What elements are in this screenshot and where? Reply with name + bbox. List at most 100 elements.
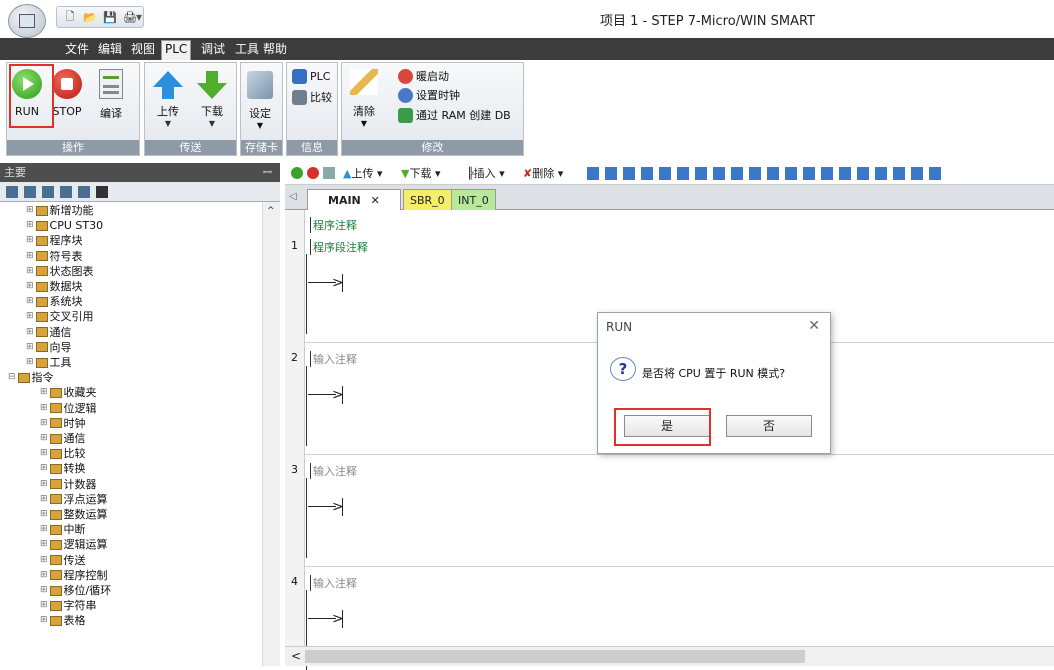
new-file-icon[interactable]: 🗋: [61, 9, 79, 25]
stop-small-icon[interactable]: [307, 167, 319, 179]
expand-icon[interactable]: ⊞: [40, 584, 48, 597]
expand-icon[interactable]: ⊞: [40, 569, 48, 582]
scroll-left-icon[interactable]: <: [291, 649, 301, 663]
stop-button[interactable]: STOP: [52, 69, 82, 118]
setup-button[interactable]: 设定 ▼: [247, 71, 273, 130]
expand-icon[interactable]: ⊞: [26, 356, 34, 369]
rung-end-icon[interactable]: >: [308, 274, 348, 292]
tree-item[interactable]: ⊞ 计数器: [40, 478, 97, 491]
tree-view-icon[interactable]: [6, 186, 18, 198]
tree-item[interactable]: ⊞ 新增功能: [26, 204, 94, 217]
tree-item[interactable]: ⊞ CPU ST30: [26, 219, 103, 232]
tree-item[interactable]: ⊟ 指令: [8, 371, 54, 384]
dialog-close-button[interactable]: ✕: [808, 318, 820, 334]
expand-icon[interactable]: ⊞: [40, 599, 48, 612]
tree-item[interactable]: ⊞ 逻辑运算: [40, 538, 108, 551]
scroll-up-icon[interactable]: ^: [267, 206, 275, 216]
expand-icon[interactable]: ⊞: [40, 538, 48, 551]
expand-icon[interactable]: ⊞: [26, 204, 34, 217]
toolbar-delete-button[interactable]: ✘删除 ▾: [523, 165, 563, 181]
toolbar-upload-button[interactable]: ▲上传 ▾: [343, 165, 383, 181]
run-small-icon[interactable]: [291, 167, 303, 179]
block-icon[interactable]: [42, 186, 54, 198]
upload-button[interactable]: 上传 ▼: [153, 71, 183, 128]
tab-scroll-left-icon[interactable]: ◁: [289, 191, 297, 202]
expand-icon[interactable]: ⊞: [26, 265, 34, 278]
tree-scrollbar[interactable]: ^: [262, 202, 280, 666]
expand-icon[interactable]: ⊞: [26, 280, 34, 293]
network-comment[interactable]: 输入注释: [310, 575, 357, 591]
expand-icon[interactable]: ⊞: [40, 478, 48, 491]
list-view-icon[interactable]: [24, 186, 36, 198]
tree-item[interactable]: ⊞ 转换: [40, 462, 86, 475]
menu-plc[interactable]: PLC: [161, 40, 192, 60]
expand-icon[interactable]: ⊞: [26, 234, 34, 247]
menu-view[interactable]: 视图: [128, 41, 158, 58]
status-icon[interactable]: [78, 186, 90, 198]
expand-icon[interactable]: ⊞: [40, 554, 48, 567]
tree-item[interactable]: ⊞ 中断: [40, 523, 86, 536]
tree-item[interactable]: ⊞ 符号表: [26, 250, 83, 263]
expand-icon[interactable]: ⊞: [26, 295, 34, 308]
ladder-tools-icons[interactable]: [587, 167, 947, 180]
setup-dropdown-icon[interactable]: ▼: [257, 121, 263, 130]
expand-icon[interactable]: ⊟: [8, 371, 16, 384]
tree-item[interactable]: ⊞ 收藏夹: [40, 386, 97, 399]
program-comment[interactable]: 程序注释: [310, 217, 357, 233]
expand-icon[interactable]: ⊞: [26, 341, 34, 354]
expand-icon[interactable]: ⊞: [40, 614, 48, 627]
tree-item[interactable]: ⊞ 程序控制: [40, 569, 108, 582]
horizontal-scrollbar[interactable]: <: [285, 646, 1054, 666]
tree-item[interactable]: ⊞ 状态图表: [26, 265, 94, 278]
clear-dropdown-icon[interactable]: ▼: [361, 119, 367, 128]
tree-item[interactable]: ⊞ 通信: [26, 326, 72, 339]
open-folder-icon[interactable]: 📂: [81, 9, 99, 25]
tree-item[interactable]: ⊞ 系统块: [26, 295, 83, 308]
network-comment[interactable]: 程序段注释: [310, 239, 368, 255]
tree-item[interactable]: ⊞ 移位/循环: [40, 584, 111, 597]
tab-close-icon[interactable]: ✕: [371, 194, 380, 207]
menu-help[interactable]: 帮助: [260, 41, 290, 58]
set-clock-button[interactable]: 设置时钟: [398, 87, 460, 103]
expand-icon[interactable]: ⊞: [40, 417, 48, 430]
expand-icon[interactable]: ⊞: [40, 508, 48, 521]
tree-item[interactable]: ⊞ 整数运算: [40, 508, 108, 521]
tree-item[interactable]: ⊞ 工具: [26, 356, 72, 369]
menu-edit[interactable]: 编辑: [95, 41, 125, 58]
network-comment[interactable]: 输入注释: [310, 351, 357, 367]
tree-item[interactable]: ⊞ 字符串: [40, 599, 97, 612]
tree-item[interactable]: ⊞ 通信: [40, 432, 86, 445]
compile-button[interactable]: 编译: [99, 69, 123, 121]
expand-icon[interactable]: ⊞: [40, 386, 48, 399]
tree-item[interactable]: ⊞ 浮点运算: [40, 493, 108, 506]
tree-item[interactable]: ⊞ 数据块: [26, 280, 83, 293]
expand-icon[interactable]: ⊞: [40, 432, 48, 445]
tab-int0[interactable]: INT_0: [451, 189, 496, 210]
tree-item[interactable]: ⊞ 向导: [26, 341, 72, 354]
qat-customize-icon[interactable]: ▾: [136, 10, 142, 24]
toolbar-insert-button[interactable]: ╠插入 ▾: [467, 165, 505, 181]
toolbar-download-button[interactable]: ▼下载 ▾: [401, 165, 441, 181]
menu-tools[interactable]: 工具: [232, 41, 262, 58]
rung-end-icon[interactable]: >: [308, 386, 348, 404]
download-dropdown-icon[interactable]: ▼: [209, 119, 215, 128]
tab-main[interactable]: MAIN ✕: [307, 189, 401, 210]
comm-icon[interactable]: [96, 186, 108, 198]
expand-icon[interactable]: ⊞: [40, 462, 48, 475]
clear-button[interactable]: 清除 ▼: [350, 69, 378, 128]
tree-item[interactable]: ⊞ 传送: [40, 554, 86, 567]
tree-item[interactable]: ⊞ 位逻辑: [40, 402, 97, 415]
scroll-thumb[interactable]: [305, 650, 805, 663]
expand-icon[interactable]: ⊞: [40, 523, 48, 536]
warm-start-button[interactable]: 暖启动: [398, 68, 449, 84]
tree-item[interactable]: ⊞ 时钟: [40, 417, 86, 430]
tree-item[interactable]: ⊞ 比较: [40, 447, 86, 460]
tree-item[interactable]: ⊞ 表格: [40, 614, 86, 627]
application-menu-button[interactable]: [8, 4, 46, 38]
download-button[interactable]: 下载 ▼: [197, 71, 227, 128]
save-icon[interactable]: 💾: [101, 9, 119, 25]
create-db-button[interactable]: 通过 RAM 创建 DB: [398, 107, 511, 123]
menu-debug[interactable]: 调试: [198, 41, 228, 58]
expand-icon[interactable]: ⊞: [26, 219, 34, 232]
expand-icon[interactable]: ⊞: [26, 310, 34, 323]
